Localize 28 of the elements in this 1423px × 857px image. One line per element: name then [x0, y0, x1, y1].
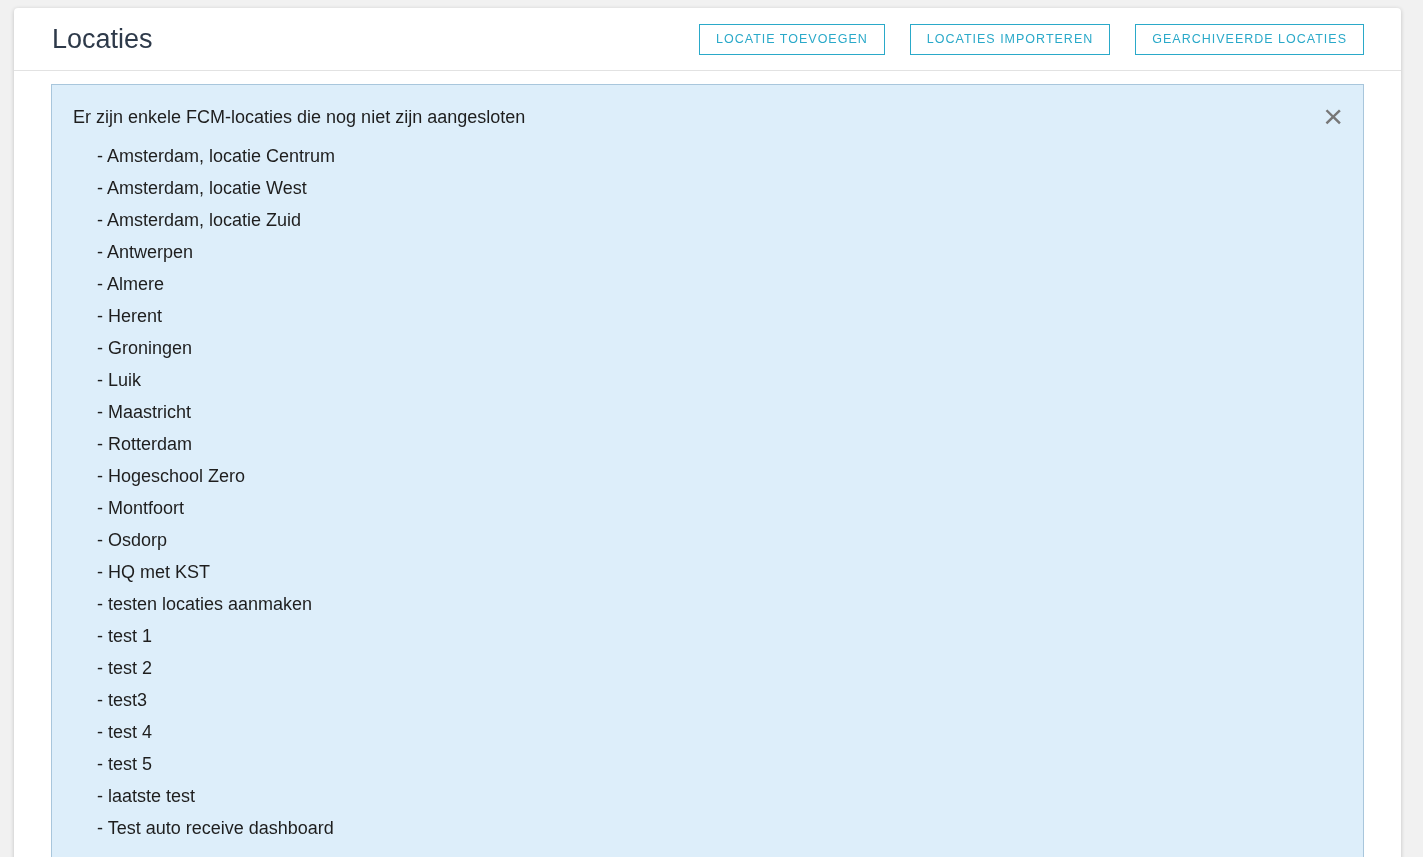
location-item: - Hogeschool Zero: [97, 465, 247, 488]
location-item: - Rotterdam: [97, 433, 194, 456]
location-item: - Groningen: [97, 337, 194, 360]
location-item: - HQ met KST: [97, 561, 211, 584]
location-item: - test 4: [97, 721, 154, 744]
location-item: - Amsterdam, locatie Centrum: [97, 145, 337, 168]
outline-button[interactable]: LOCATIE TOEVOEGEN: [699, 23, 885, 55]
location-item: - Almere: [97, 273, 166, 296]
page-title: Locaties: [52, 23, 153, 55]
location-item: - Luik: [97, 369, 142, 392]
location-item: - test 2: [97, 657, 154, 680]
location-item: - test3: [97, 689, 149, 712]
location-item: - Amsterdam, locatie West: [97, 177, 308, 200]
location-item: - Montfoort: [97, 497, 186, 520]
location-item: - Osdorp: [97, 529, 169, 552]
location-item: - Antwerpen: [97, 241, 195, 264]
outline-button[interactable]: LOCATIES IMPORTEREN: [909, 23, 1111, 55]
location-item: - Maastricht: [97, 401, 193, 424]
close-button[interactable]: ×: [1323, 99, 1343, 133]
location-item: - Amsterdam, locatie Zuid: [97, 209, 303, 232]
location-item: - testen locaties aanmaken: [97, 593, 314, 616]
location-item: - test 5: [97, 753, 154, 776]
alert-message: Er zijn enkele FCM-locaties die nog niet zijn aangesloten: [73, 107, 526, 128]
outline-button[interactable]: GEARCHIVEERDE LOCATIES: [1135, 23, 1364, 55]
location-item: - test 1: [97, 625, 154, 648]
location-item: - Herent: [97, 305, 164, 328]
location-item: - Test auto receive dashboard: [97, 817, 335, 840]
location-item: - laatste test: [97, 785, 197, 808]
